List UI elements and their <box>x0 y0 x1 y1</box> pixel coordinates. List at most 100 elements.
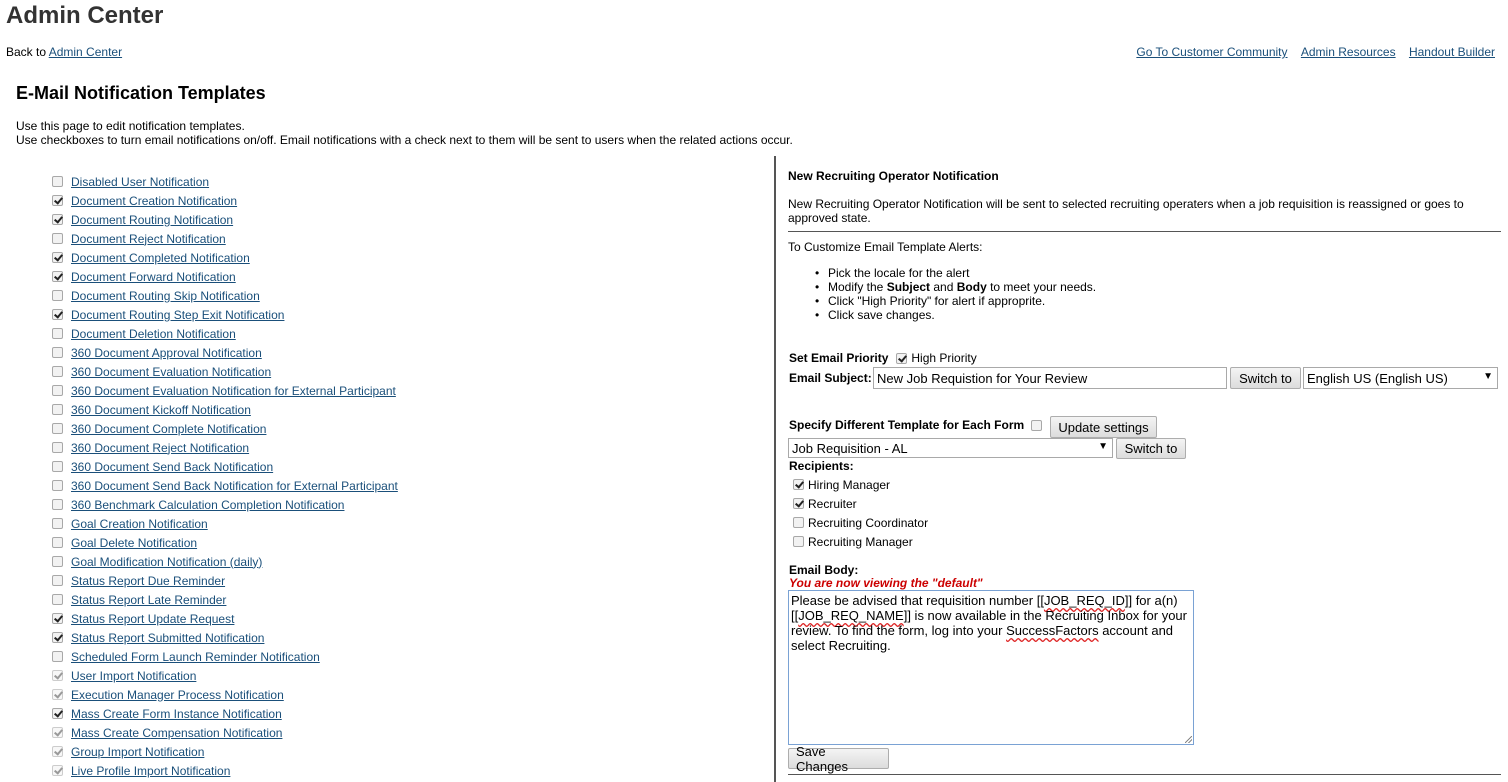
notification-checkbox[interactable] <box>52 537 63 548</box>
notification-link[interactable]: 360 Document Send Back Notification <box>71 460 273 474</box>
notification-checkbox[interactable] <box>52 556 63 567</box>
notification-link[interactable]: Document Routing Skip Notification <box>71 289 260 303</box>
notification-item: Group Import Notification <box>52 742 398 761</box>
notification-link[interactable]: 360 Document Evaluation Notification <box>71 365 271 379</box>
notification-checkbox[interactable] <box>52 499 63 510</box>
notification-item: Mass Create Form Instance Notification <box>52 704 398 723</box>
notification-checkbox[interactable] <box>52 271 63 282</box>
customer-community-link[interactable]: Go To Customer Community <box>1136 45 1287 59</box>
notification-checkbox[interactable] <box>52 423 63 434</box>
notification-checkbox[interactable] <box>52 404 63 415</box>
template-description: New Recruiting Operator Notification wil… <box>788 197 1464 225</box>
template-title: New Recruiting Operator Notification <box>788 169 999 183</box>
locale-select[interactable]: English US (English US) ▼ <box>1303 367 1498 389</box>
notification-link[interactable]: 360 Document Approval Notification <box>71 346 262 360</box>
recipient-label: Hiring Manager <box>808 477 891 492</box>
notification-link[interactable]: Group Import Notification <box>71 745 204 759</box>
notification-checkbox[interactable] <box>52 613 63 624</box>
notification-checkbox[interactable] <box>52 651 63 662</box>
dropdown-arrow-icon: ▼ <box>1483 371 1493 382</box>
notification-link[interactable]: Mass Create Form Instance Notification <box>71 707 282 721</box>
notification-checkbox[interactable] <box>52 461 63 472</box>
recipient-checkbox[interactable] <box>793 517 804 528</box>
notification-link[interactable]: 360 Document Reject Notification <box>71 441 249 455</box>
notification-checkbox[interactable] <box>52 233 63 244</box>
switch-form-button[interactable]: Switch to <box>1116 438 1186 459</box>
notification-link[interactable]: Document Deletion Notification <box>71 327 236 341</box>
admin-resources-link[interactable]: Admin Resources <box>1301 45 1396 59</box>
notification-link[interactable]: Goal Modification Notification (daily) <box>71 555 262 569</box>
recipients-label: Recipients: <box>789 459 854 473</box>
notification-item: Document Deletion Notification <box>52 324 398 343</box>
notification-item: 360 Document Approval Notification <box>52 343 398 362</box>
notification-checkbox[interactable] <box>52 176 63 187</box>
notification-link[interactable]: Goal Creation Notification <box>71 517 208 531</box>
notification-checkbox[interactable] <box>52 480 63 491</box>
notification-link[interactable]: Document Creation Notification <box>71 194 237 208</box>
notification-checkbox[interactable] <box>52 347 63 358</box>
notification-link[interactable]: Status Report Update Request <box>71 612 234 626</box>
notification-checkbox[interactable] <box>52 442 63 453</box>
diff-template-checkbox[interactable] <box>1031 419 1043 431</box>
body-token: JOB_REQ_NAME <box>798 608 904 623</box>
admin-center-link[interactable]: Admin Center <box>49 45 122 59</box>
notification-checkbox[interactable] <box>52 575 63 586</box>
notification-checkbox[interactable] <box>52 385 63 396</box>
notification-link[interactable]: Document Reject Notification <box>71 232 226 246</box>
notification-checkbox[interactable] <box>52 290 63 301</box>
notification-checkbox[interactable] <box>52 632 63 643</box>
step-item: Modify the Subject and Body to meet your… <box>815 280 1096 294</box>
notification-link[interactable]: Document Completed Notification <box>71 251 250 265</box>
notification-checkbox[interactable] <box>52 328 63 339</box>
notification-link[interactable]: Status Report Late Reminder <box>71 593 226 607</box>
notification-checkbox <box>52 765 63 776</box>
notification-checkbox[interactable] <box>52 708 63 719</box>
notification-link[interactable]: Document Routing Step Exit Notification <box>71 308 284 322</box>
notification-link[interactable]: 360 Document Complete Notification <box>71 422 266 436</box>
notification-link[interactable]: Status Report Due Reminder <box>71 574 225 588</box>
notification-checkbox[interactable] <box>52 594 63 605</box>
notification-item: Status Report Due Reminder <box>52 571 398 590</box>
notification-link[interactable]: 360 Document Evaluation Notification for… <box>71 384 396 398</box>
notification-checkbox[interactable] <box>52 252 63 263</box>
save-changes-button[interactable]: Save Changes <box>788 744 889 774</box>
notification-link[interactable]: Goal Delete Notification <box>71 536 197 550</box>
step-text: Modify the <box>828 280 887 294</box>
update-settings-button[interactable]: Update settings <box>1050 416 1157 438</box>
notification-link[interactable]: User Import Notification <box>71 669 196 683</box>
notification-link[interactable]: Scheduled Form Launch Reminder Notificat… <box>71 650 320 664</box>
notification-link[interactable]: Mass Create Compensation Notification <box>71 726 282 740</box>
notification-item: Document Routing Step Exit Notification <box>52 305 398 324</box>
bottom-divider <box>788 774 1501 775</box>
notification-checkbox[interactable] <box>52 195 63 206</box>
resize-grip-icon[interactable] <box>1185 736 1192 743</box>
notification-link[interactable]: Live Profile Import Notification <box>71 764 230 778</box>
viewing-note: You are now viewing the "default" <box>789 576 983 590</box>
recipient-checkbox[interactable] <box>793 498 804 509</box>
notification-checkbox[interactable] <box>52 366 63 377</box>
notification-link[interactable]: Disabled User Notification <box>71 175 209 189</box>
notification-link[interactable]: Document Forward Notification <box>71 270 236 284</box>
switch-locale-button[interactable]: Switch to <box>1230 367 1301 389</box>
notification-link[interactable]: 360 Benchmark Calculation Completion Not… <box>71 498 344 512</box>
dropdown-arrow-icon: ▼ <box>1098 441 1108 452</box>
notification-checkbox[interactable] <box>52 214 63 225</box>
priority-label: Set Email Priority <box>789 351 889 365</box>
notification-checkbox[interactable] <box>52 518 63 529</box>
email-body-textarea[interactable]: Please be advised that requisition numbe… <box>788 590 1194 745</box>
subject-input[interactable]: New Job Requistion for Your Review <box>873 367 1227 389</box>
notification-link[interactable]: Document Routing Notification <box>71 213 233 227</box>
notification-link[interactable]: Status Report Submitted Notification <box>71 631 264 645</box>
recipient-checkbox[interactable] <box>793 536 804 547</box>
form-select[interactable]: Job Requisition - AL ▼ <box>788 438 1113 458</box>
notification-link[interactable]: 360 Document Send Back Notification for … <box>71 479 398 493</box>
notification-link[interactable]: Execution Manager Process Notification <box>71 688 284 702</box>
step-text: Click save changes. <box>828 308 935 322</box>
high-priority-checkbox[interactable] <box>896 352 908 364</box>
notification-item: Goal Modification Notification (daily) <box>52 552 398 571</box>
intro-line-1: Use this page to edit notification templ… <box>16 119 245 133</box>
notification-checkbox[interactable] <box>52 309 63 320</box>
recipient-checkbox[interactable] <box>793 479 804 490</box>
handout-builder-link[interactable]: Handout Builder <box>1409 45 1495 59</box>
notification-link[interactable]: 360 Document Kickoff Notification <box>71 403 251 417</box>
